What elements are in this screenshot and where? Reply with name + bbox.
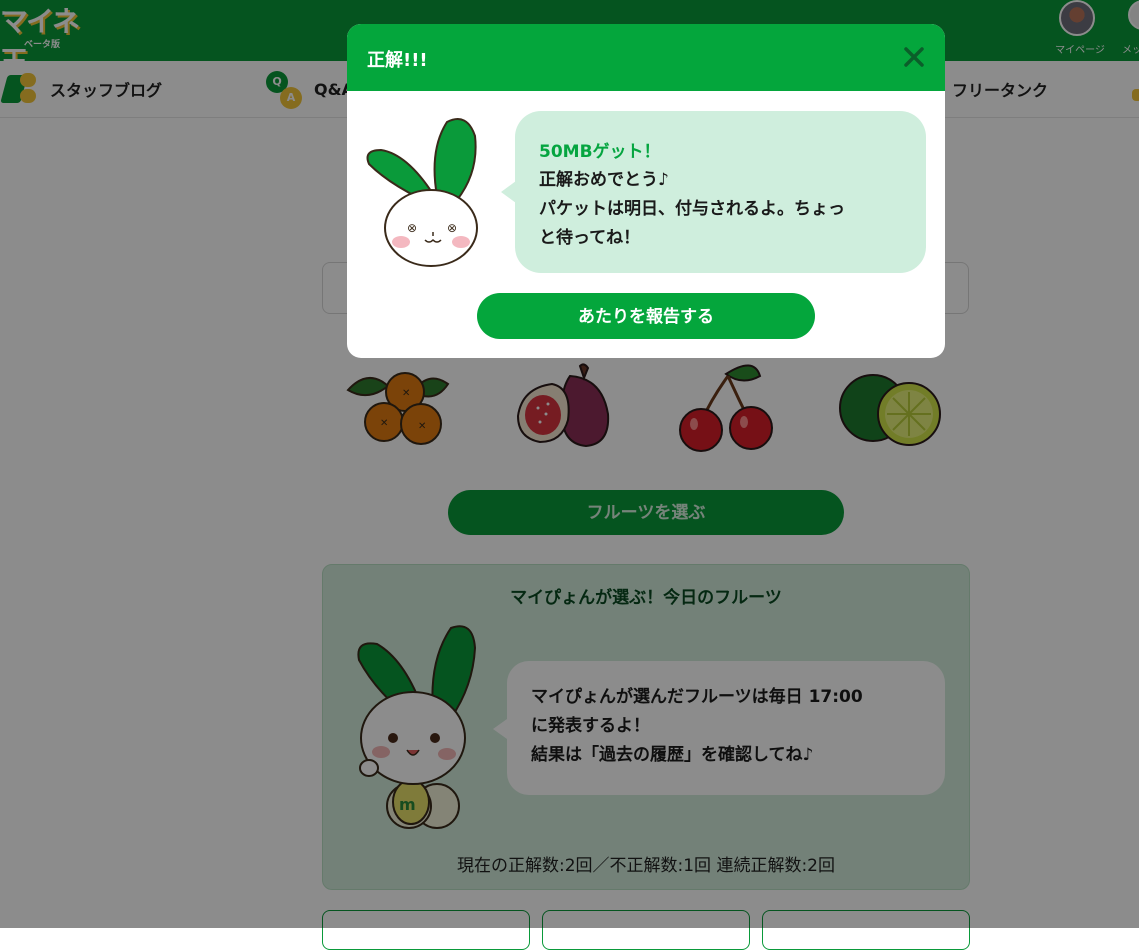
report-win-button[interactable]: あたりを報告する bbox=[477, 293, 815, 339]
rabbit-face-icon: ⊗ ⊗ bbox=[366, 118, 478, 267]
svg-text:⊗: ⊗ bbox=[447, 221, 457, 235]
close-icon[interactable] bbox=[901, 44, 927, 70]
reward-headline: 50MBゲット！ bbox=[539, 142, 661, 162]
result-modal: 正解!!! ⊗ ⊗ 50MBゲット！ 正解おめでとう♪ パケットは明日、付与され… bbox=[347, 24, 945, 358]
modal-speech-bubble: 50MBゲット！ 正解おめでとう♪ パケットは明日、付与されるよ。ちょっ と待っ… bbox=[501, 111, 926, 273]
modal-header: 正解!!! bbox=[347, 24, 945, 91]
svg-text:⊗: ⊗ bbox=[407, 221, 417, 235]
modal-title: 正解!!! bbox=[367, 50, 428, 71]
reward-message: 正解おめでとう♪ パケットは明日、付与されるよ。ちょっ と待ってね！ bbox=[539, 170, 845, 248]
